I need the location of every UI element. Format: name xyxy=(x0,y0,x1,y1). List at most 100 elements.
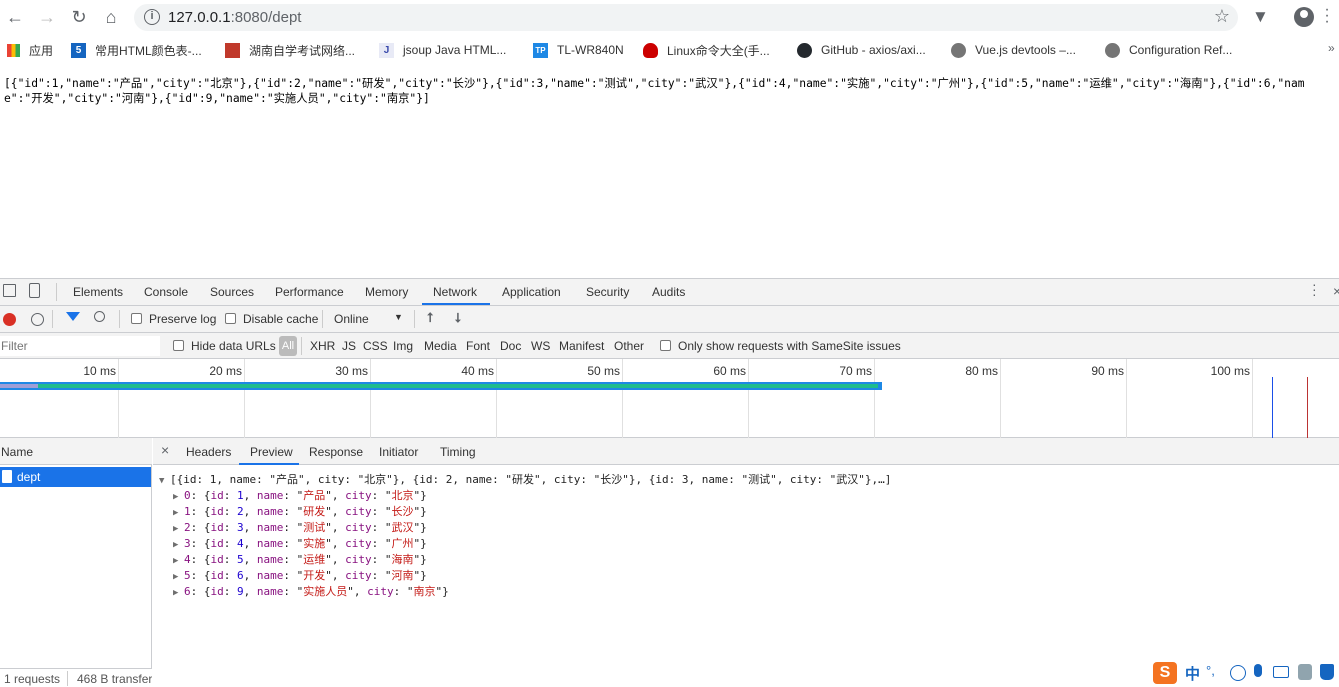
tick-label: 70 ms xyxy=(839,364,872,378)
ime-language-toggle[interactable]: 中 xyxy=(1185,663,1200,684)
tab-network[interactable]: Network xyxy=(433,285,477,299)
type-filter-manifest[interactable]: Manifest xyxy=(559,339,604,353)
type-filter-other[interactable]: Other xyxy=(614,339,644,353)
search-icon[interactable] xyxy=(94,311,105,322)
details-tabbar: × Headers Preview Response Initiator Tim… xyxy=(153,438,1339,465)
tab-response[interactable]: Response xyxy=(309,445,363,459)
bookmark-tplink[interactable]: TP TL-WR840N xyxy=(533,41,624,59)
key-name: name xyxy=(256,553,284,566)
timeline-overview[interactable]: 10 ms 20 ms 30 ms 40 ms 50 ms 60 ms 70 m… xyxy=(0,359,1339,438)
item-id: 4 xyxy=(237,537,244,550)
forward-arrow-icon[interactable]: → xyxy=(36,6,58,28)
export-har-icon[interactable]: ⭣ xyxy=(455,310,461,326)
type-filter-doc[interactable]: Doc xyxy=(500,339,521,353)
bookmark-linux[interactable]: Linux命令大全(手... xyxy=(643,41,770,59)
close-devtools-icon[interactable]: × xyxy=(1333,283,1339,299)
timeline-gridline xyxy=(118,359,119,438)
item-city: 长沙 xyxy=(391,505,414,518)
devtools-menu-icon[interactable]: · · · xyxy=(1312,277,1317,301)
type-filter-media[interactable]: Media xyxy=(424,339,457,353)
site-info-icon[interactable]: i xyxy=(144,9,160,25)
tab-security[interactable]: Security xyxy=(586,285,629,299)
tab-headers[interactable]: Headers xyxy=(186,445,231,459)
type-filter-ws[interactable]: WS xyxy=(531,339,550,353)
reload-icon[interactable]: ↻ xyxy=(68,6,90,28)
tick-label: 20 ms xyxy=(209,364,242,378)
tab-console[interactable]: Console xyxy=(144,285,188,299)
emoji-icon[interactable] xyxy=(1230,665,1246,681)
tab-audits[interactable]: Audits xyxy=(652,285,685,299)
name-column-header[interactable]: Name xyxy=(0,438,152,465)
ime-punctuation-toggle[interactable]: °, xyxy=(1206,663,1215,678)
preserve-log-checkbox[interactable]: Preserve log xyxy=(131,312,216,326)
network-settings-icon[interactable]: ⋮ xyxy=(1333,310,1339,327)
bookmark-config-ref[interactable]: Configuration Ref... xyxy=(1105,41,1232,59)
type-filter-all[interactable]: All xyxy=(279,336,297,356)
filter-divider xyxy=(301,337,302,355)
record-icon[interactable] xyxy=(3,313,16,326)
bookmark-apps[interactable]: 应用 xyxy=(7,41,53,59)
hide-data-urls-checkbox[interactable]: Hide data URLs xyxy=(173,339,276,353)
item-index: 0 xyxy=(184,489,191,502)
type-filter-font[interactable]: Font xyxy=(466,339,490,353)
url-text[interactable]: 127.0.0.1:8080/dept xyxy=(168,9,301,26)
disable-cache-checkbox[interactable]: Disable cache xyxy=(225,312,318,326)
tab-sources[interactable]: Sources xyxy=(210,285,254,299)
device-toolbar-icon[interactable] xyxy=(29,283,40,298)
item-id: 1 xyxy=(237,489,244,502)
home-icon[interactable]: ⌂ xyxy=(100,6,122,28)
bookmark-jsoup[interactable]: J jsoup Java HTML... xyxy=(379,41,506,59)
throttling-select[interactable]: Online ▼ xyxy=(334,312,406,326)
tab-application[interactable]: Application xyxy=(502,285,561,299)
close-details-icon[interactable]: × xyxy=(161,442,169,458)
tab-memory[interactable]: Memory xyxy=(365,285,408,299)
filter-input[interactable]: Filter xyxy=(0,336,160,356)
type-filter-js[interactable]: JS xyxy=(342,339,356,353)
colon-sep: : { xyxy=(190,585,211,598)
tab-initiator[interactable]: Initiator xyxy=(379,445,418,459)
preview-item[interactable]: ▶ 4: {id: 5, name: "运维", city: "海南"} xyxy=(173,551,427,567)
bookmark-vue-devtools[interactable]: Vue.js devtools –... xyxy=(951,41,1076,59)
bookmark-star-icon[interactable]: ☆ xyxy=(1214,6,1230,27)
bookmark-exam-site[interactable]: 湖南自学考试网络... xyxy=(225,41,355,59)
back-arrow-icon[interactable]: ← xyxy=(4,6,26,28)
profile-avatar-icon[interactable] xyxy=(1294,7,1314,27)
key-city: city xyxy=(345,553,372,566)
tab-preview[interactable]: Preview xyxy=(250,445,293,459)
inspect-element-icon[interactable] xyxy=(3,284,16,297)
chrome-menu-icon[interactable]: · · · xyxy=(1322,2,1332,30)
preview-root-node[interactable]: ▼ [{id: 1, name: "产品", city: "北京"}, {id: … xyxy=(159,471,891,487)
preview-item[interactable]: ▶ 5: {id: 6, name: "开发", city: "河南"} xyxy=(173,567,427,583)
tab-timing[interactable]: Timing xyxy=(440,445,476,459)
type-filter-css[interactable]: CSS xyxy=(363,339,388,353)
samesite-checkbox[interactable]: Only show requests with SameSite issues xyxy=(660,339,901,353)
key-name: name xyxy=(256,505,284,518)
vue-extension-icon[interactable]: ▼ xyxy=(1252,7,1269,27)
keyboard-icon[interactable] xyxy=(1273,666,1289,678)
toolbar-divider xyxy=(52,310,53,328)
ime-skin-icon[interactable] xyxy=(1320,664,1334,680)
clear-icon[interactable] xyxy=(31,313,44,326)
collapsed-triangle-icon: ▶ xyxy=(173,540,179,550)
import-har-icon[interactable]: ⭡ xyxy=(427,310,433,326)
bookmark-color-table[interactable]: 5 常用HTML颜色表-... xyxy=(71,41,202,59)
preview-item[interactable]: ▶ 1: {id: 2, name: "研发", city: "长沙"} xyxy=(173,503,427,519)
microphone-icon[interactable] xyxy=(1254,664,1262,677)
bookmark-github[interactable]: GitHub - axios/axi... xyxy=(797,41,926,59)
preview-item[interactable]: ▶ 3: {id: 4, name: "实施", city: "广州"} xyxy=(173,535,427,551)
preview-item[interactable]: ▶ 0: {id: 1, name: "产品", city: "北京"} xyxy=(173,487,427,503)
ime-tools-icon[interactable] xyxy=(1298,664,1312,680)
transferred-size: 468 B transfer xyxy=(77,672,152,686)
filter-funnel-icon[interactable] xyxy=(66,312,80,321)
type-filter-img[interactable]: Img xyxy=(393,339,413,353)
sogou-logo-icon[interactable]: S xyxy=(1153,662,1177,684)
request-row-dept[interactable]: dept xyxy=(0,467,151,487)
preview-item[interactable]: ▶ 6: {id: 9, name: "实施人员", city: "南京"} xyxy=(173,583,449,599)
network-filterbar: Filter Hide data URLs All XHR JS CSS Img… xyxy=(0,333,1339,359)
bookmarks-overflow-icon[interactable]: » xyxy=(1328,41,1335,55)
preview-item[interactable]: ▶ 2: {id: 3, name: "测试", city: "武汉"} xyxy=(173,519,427,535)
address-bar[interactable]: i 127.0.0.1:8080/dept ☆ xyxy=(134,4,1238,31)
tab-performance[interactable]: Performance xyxy=(275,285,344,299)
type-filter-xhr[interactable]: XHR xyxy=(310,339,335,353)
tab-elements[interactable]: Elements xyxy=(73,285,123,299)
